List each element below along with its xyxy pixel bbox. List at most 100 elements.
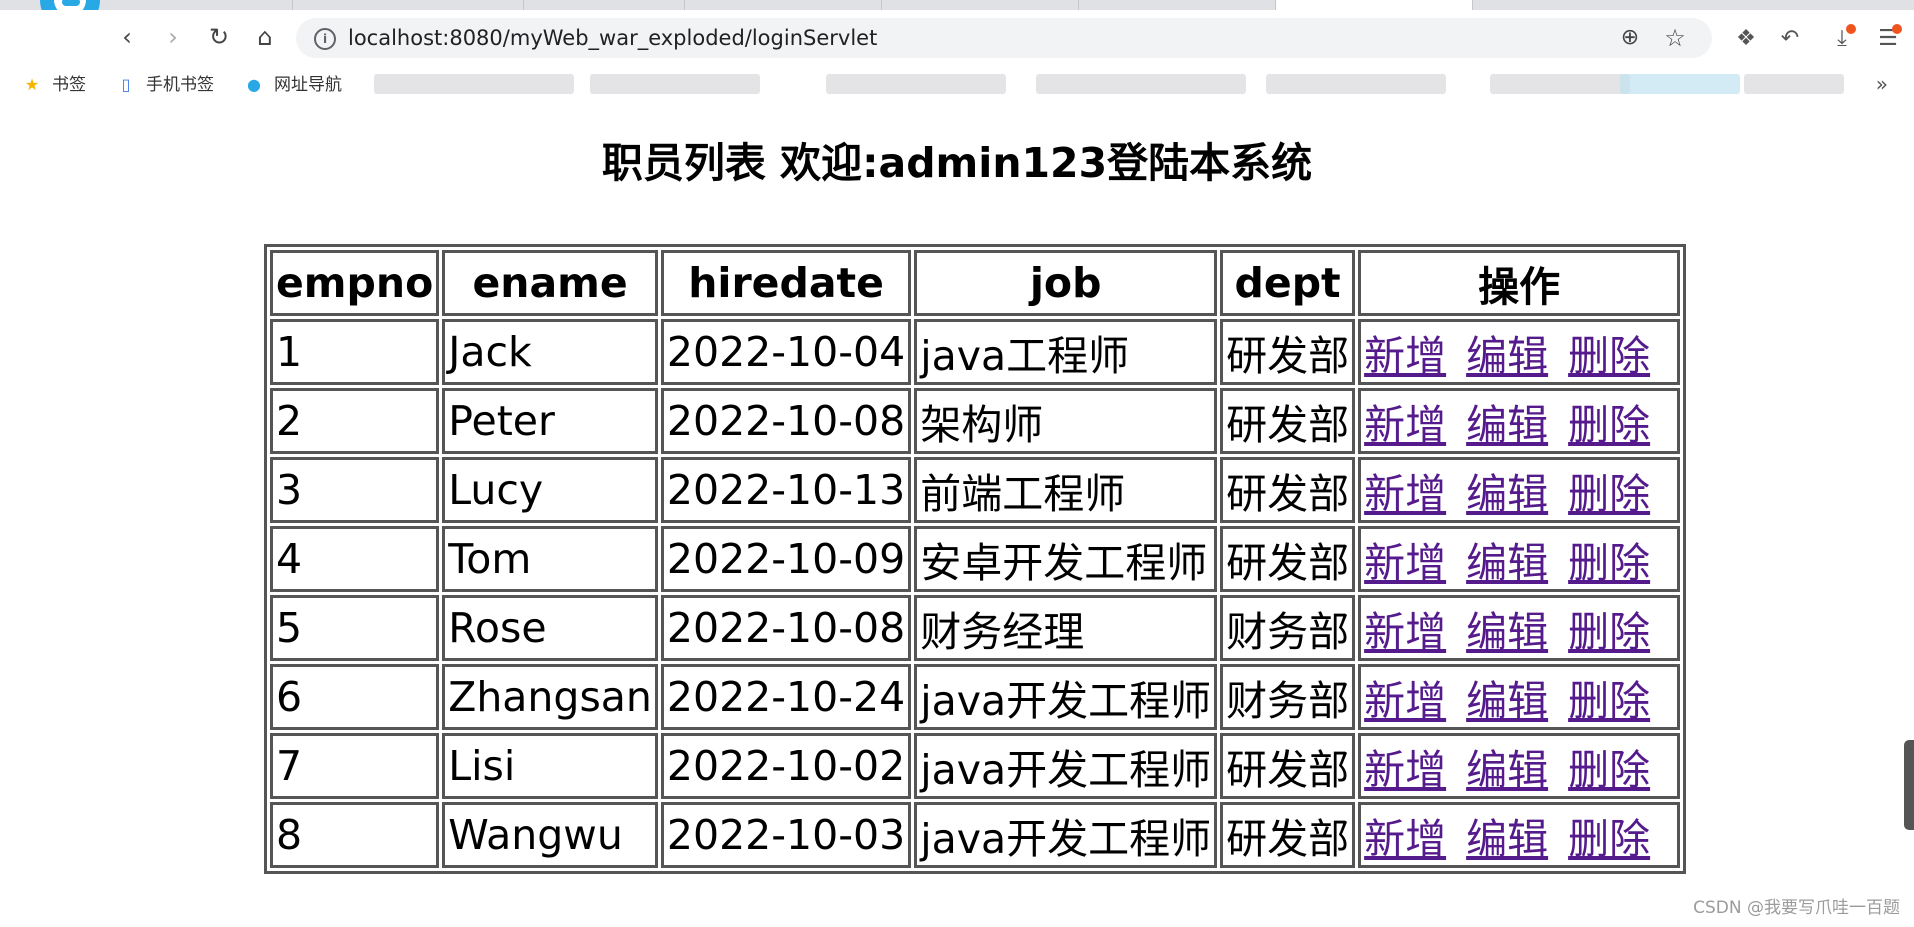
column-header: 操作 [1358,250,1681,316]
edit-link[interactable]: 编辑 [1466,539,1548,587]
blurred-bookmark[interactable] [1266,74,1446,94]
cell-dept: 研发部 [1220,526,1356,592]
employee-table: empno ename hiredate job dept 操作 1 Jack 20… [264,244,1687,874]
column-header: empno [270,250,440,316]
cell-dept: 财务部 [1220,595,1356,661]
scrollbar-handle[interactable] [1904,740,1914,830]
cell-job: java工程师 [914,319,1218,385]
page-title: 职员列表 欢迎:admin123登陆本系统 [601,139,1313,187]
reload-icon[interactable]: ↻ [202,22,236,52]
cell-dept: 研发部 [1220,733,1356,799]
cell-job: 架构师 [914,388,1218,454]
add-link[interactable]: 新增 [1364,470,1446,518]
blurred-bookmark[interactable] [590,74,760,94]
delete-link[interactable]: 删除 [1568,470,1650,518]
undo-icon[interactable]: ↶ [1774,24,1806,54]
table-row: 2 Peter 2022-10-08 架构师 研发部 新增 编辑 删除 [270,388,1681,454]
browser-tab-active[interactable] [1276,0,1473,10]
add-link[interactable]: 新增 [1364,332,1446,380]
blurred-bookmark[interactable] [1490,74,1630,94]
table-row: 1 Jack 2022-10-04 java工程师 研发部 新增 编辑 删除 [270,319,1681,385]
browser-tab[interactable] [1079,0,1276,10]
table-row: 8 Wangwu 2022-10-03 java开发工程师 研发部 新增 编辑 删除 [270,802,1681,868]
cell-actions: 新增 编辑 删除 [1358,664,1681,730]
cell-dept: 研发部 [1220,802,1356,868]
edit-link[interactable]: 编辑 [1466,332,1548,380]
address-bar[interactable]: i localhost:8080/myWeb_war_exploded/logi… [296,18,1712,58]
add-link[interactable]: 新增 [1364,815,1446,863]
edit-link[interactable]: 编辑 [1466,470,1548,518]
bookmark-item[interactable]: ★ 书签 [22,71,86,99]
cell-dept: 财务部 [1220,664,1356,730]
cell-dept: 研发部 [1220,319,1356,385]
delete-link[interactable]: 删除 [1568,332,1650,380]
extensions-icon[interactable]: ❖ [1730,24,1762,54]
browser-tab[interactable] [685,0,882,10]
column-header: ename [442,250,658,316]
forward-icon[interactable]: › [156,22,190,52]
cell-empno: 1 [270,319,440,385]
browser-tab[interactable] [882,0,1079,10]
delete-link[interactable]: 删除 [1568,677,1650,725]
add-link[interactable]: 新增 [1364,608,1446,656]
bookmark-star-icon[interactable]: ☆ [1662,24,1688,52]
blurred-bookmark[interactable] [826,74,1006,94]
site-info-icon[interactable]: i [314,28,336,50]
browser-tab[interactable] [524,0,685,10]
cell-hiredate: 2022-10-02 [660,733,912,799]
column-header: hiredate [660,250,912,316]
add-link[interactable]: 新增 [1364,677,1446,725]
cell-job: java开发工程师 [914,664,1218,730]
more-bookmarks-button[interactable]: » [1876,72,1888,96]
cell-ename: Tom [442,526,658,592]
add-link[interactable]: 新增 [1364,401,1446,449]
delete-link[interactable]: 删除 [1568,815,1650,863]
cell-actions: 新增 编辑 删除 [1358,457,1681,523]
table-row: 7 Lisi 2022-10-02 java开发工程师 研发部 新增 编辑 删除 [270,733,1681,799]
add-link[interactable]: 新增 [1364,539,1446,587]
cell-ename: Peter [442,388,658,454]
home-icon[interactable]: ⌂ [248,22,282,52]
cell-hiredate: 2022-10-08 [660,388,912,454]
bookmark-item[interactable]: ▯ 手机书签 [116,71,214,99]
delete-link[interactable]: 删除 [1568,608,1650,656]
bookmarks-bar: ★ 书签 ▯ 手机书签 ● 网址导航 » [0,64,1914,106]
cell-dept: 研发部 [1220,457,1356,523]
edit-link[interactable]: 编辑 [1466,608,1548,656]
tab-strip [0,0,1914,10]
edit-link[interactable]: 编辑 [1466,815,1548,863]
delete-link[interactable]: 删除 [1568,539,1650,587]
notification-badge [1846,24,1856,34]
edit-link[interactable]: 编辑 [1466,746,1548,794]
watermark: CSDN @我要写爪哇一百题 [1693,898,1900,918]
blurred-bookmark[interactable] [1036,74,1246,94]
cell-dept: 研发部 [1220,388,1356,454]
browser-tab[interactable] [293,0,524,10]
cell-hiredate: 2022-10-04 [660,319,912,385]
blurred-bookmark[interactable] [1620,74,1740,94]
cell-actions: 新增 编辑 删除 [1358,802,1681,868]
cell-ename: Lucy [442,457,658,523]
back-icon[interactable]: ‹ [110,22,144,52]
cell-job: 安卓开发工程师 [914,526,1218,592]
blurred-bookmark[interactable] [374,74,574,94]
cell-empno: 4 [270,526,440,592]
cell-hiredate: 2022-10-13 [660,457,912,523]
bookmark-item[interactable]: ● 网址导航 [244,71,342,99]
cell-job: java开发工程师 [914,733,1218,799]
table-row: 5 Rose 2022-10-08 财务经理 财务部 新增 编辑 删除 [270,595,1681,661]
blurred-bookmark[interactable] [1744,74,1844,94]
cell-empno: 2 [270,388,440,454]
zoom-icon[interactable]: ⊕ [1618,26,1642,50]
edit-link[interactable]: 编辑 [1466,401,1548,449]
url-text[interactable]: localhost:8080/myWeb_war_exploded/loginS… [348,18,877,58]
delete-link[interactable]: 删除 [1568,401,1650,449]
cell-actions: 新增 编辑 删除 [1358,733,1681,799]
add-link[interactable]: 新增 [1364,746,1446,794]
cell-ename: Lisi [442,733,658,799]
browser-tab[interactable] [100,0,293,10]
delete-link[interactable]: 删除 [1568,746,1650,794]
edit-link[interactable]: 编辑 [1466,677,1548,725]
cell-ename: Rose [442,595,658,661]
cell-hiredate: 2022-10-03 [660,802,912,868]
